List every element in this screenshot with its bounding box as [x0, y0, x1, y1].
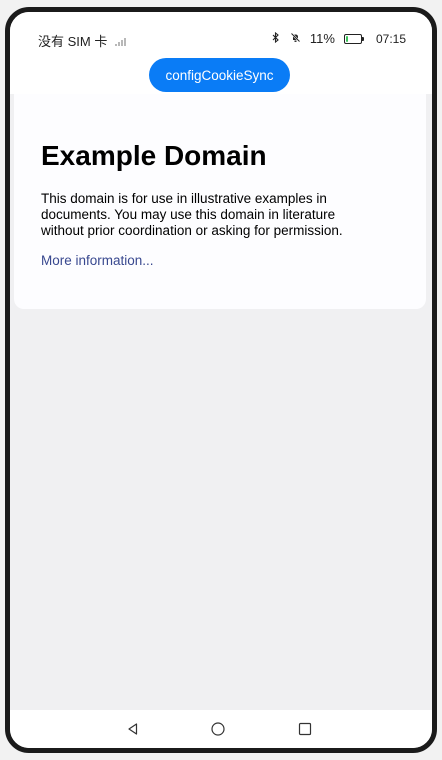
bluetooth-icon [270, 31, 282, 46]
carrier-label: 没有 SIM 卡 [38, 34, 108, 49]
battery-percent: 11% [309, 31, 335, 46]
page-heading: Example Domain [41, 140, 267, 171]
content-card: Example Domain This domain is for use in… [14, 94, 426, 309]
navigation-bar [10, 710, 432, 748]
status-left: 没有 SIM 卡 [38, 31, 129, 50]
more-information-link[interactable]: More information... [41, 253, 154, 268]
web-view[interactable]: Example Domain This domain is for use in… [10, 94, 432, 716]
battery-fill [345, 35, 348, 42]
home-icon[interactable] [209, 720, 227, 738]
config-cookie-sync-button[interactable]: configCookieSync [149, 58, 290, 92]
phone-frame: 没有 SIM 卡 11% 07:15 configCookieSync Exam… [5, 7, 437, 753]
battery-icon [343, 33, 364, 44]
page-description: This domain is for use in illustrative e… [41, 191, 343, 238]
recent-apps-icon[interactable] [296, 720, 314, 738]
status-bar: 没有 SIM 卡 11% 07:15 [10, 12, 432, 54]
status-right: 11% 07:15 [270, 31, 406, 46]
top-toolbar: configCookieSync [10, 54, 432, 94]
mute-icon [290, 32, 302, 46]
signal-icon [115, 36, 129, 46]
clock: 07:15 [375, 31, 406, 46]
back-icon[interactable] [124, 720, 142, 738]
